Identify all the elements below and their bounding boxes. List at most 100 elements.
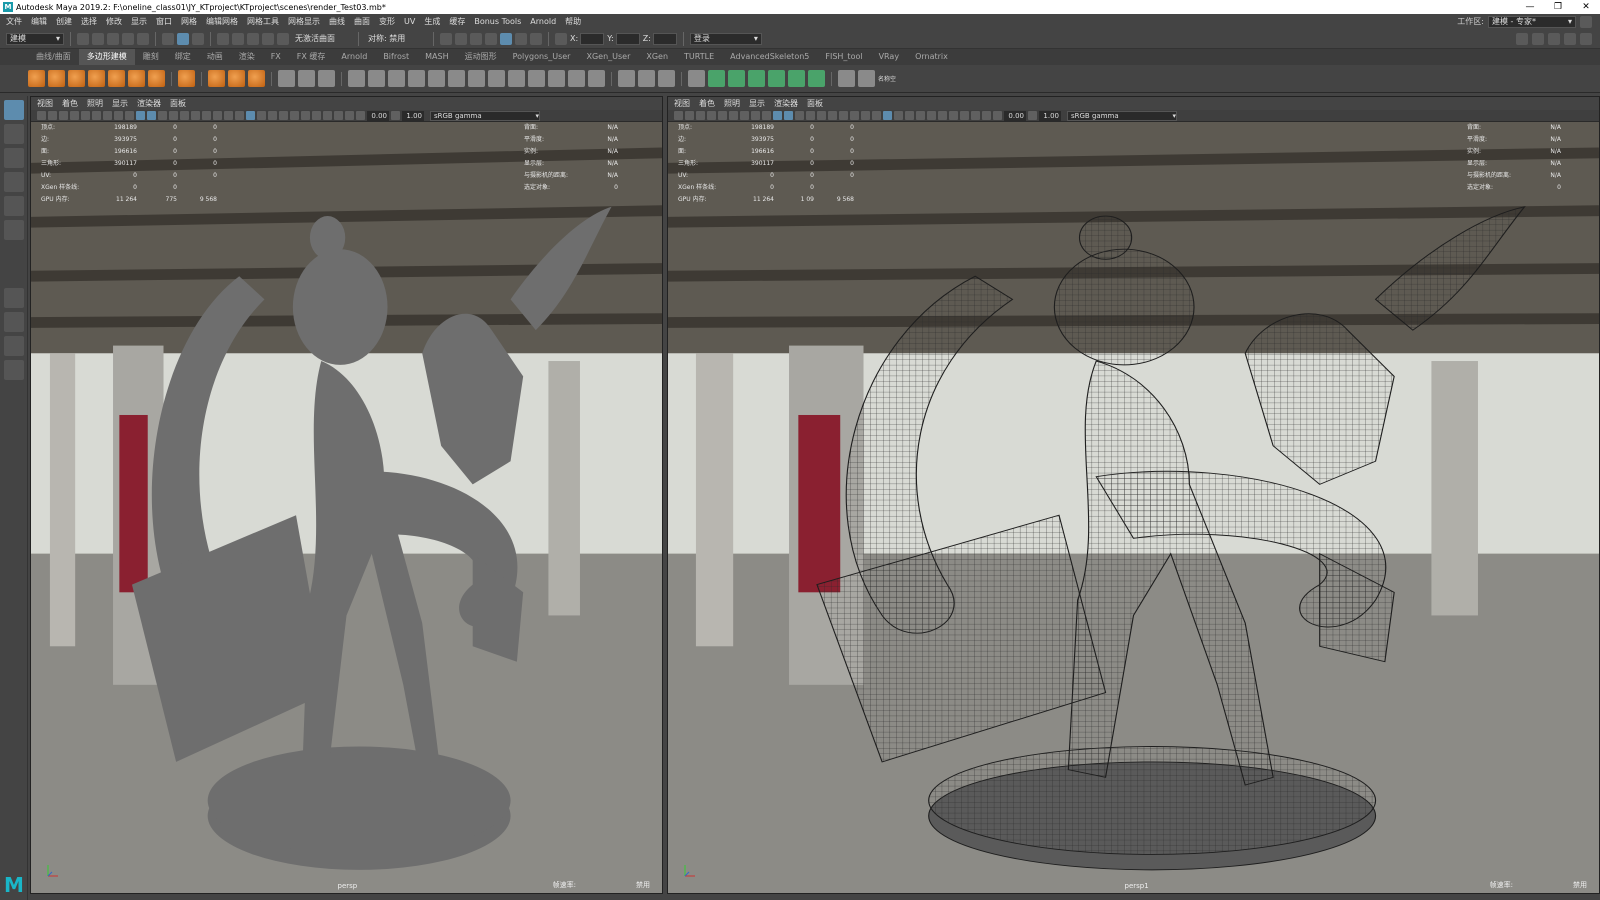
panel-tool-icon[interactable] bbox=[301, 111, 310, 120]
panel-tool-icon[interactable] bbox=[136, 111, 145, 120]
lasso-tool-icon[interactable] bbox=[4, 124, 24, 144]
snap-curve-icon[interactable] bbox=[232, 32, 244, 45]
svg-icon[interactable] bbox=[248, 70, 265, 87]
ipr-render-icon[interactable] bbox=[470, 32, 482, 45]
menu-item[interactable]: UV bbox=[404, 17, 415, 26]
smooth-icon[interactable] bbox=[428, 70, 445, 87]
panel-tool-icon[interactable] bbox=[169, 111, 178, 120]
x-field[interactable] bbox=[580, 32, 605, 45]
panel-tool-icon[interactable] bbox=[784, 111, 793, 120]
menu-item[interactable]: Arnold bbox=[530, 17, 556, 26]
cylinder-icon[interactable] bbox=[68, 70, 85, 87]
menu-item[interactable]: 网格 bbox=[181, 16, 197, 27]
color-space-dropdown[interactable]: sRGB gamma ▾ bbox=[430, 110, 540, 121]
extract-icon[interactable] bbox=[388, 70, 405, 87]
boolean-icon[interactable] bbox=[408, 70, 425, 87]
viewport-canvas[interactable]: 顶点: 198189 0 0 边: 393975 0 0 面: 196616 0 0 三角形: 39011… bbox=[668, 122, 1599, 893]
sphere-icon[interactable] bbox=[28, 70, 45, 87]
panel-tool-icon[interactable] bbox=[718, 111, 727, 120]
panel-tool-icon[interactable] bbox=[993, 111, 1002, 120]
insert-edge-icon[interactable] bbox=[638, 70, 655, 87]
crease-icon[interactable] bbox=[708, 70, 725, 87]
gamma-icon[interactable] bbox=[391, 111, 400, 120]
maximize-button[interactable]: ❐ bbox=[1544, 2, 1572, 12]
target-weld-icon[interactable] bbox=[588, 70, 605, 87]
live-surface-label[interactable]: 无激活曲面 bbox=[292, 32, 352, 45]
menu-item[interactable]: 变形 bbox=[379, 16, 395, 27]
shelf-tab[interactable]: Polygons_User bbox=[505, 49, 579, 65]
panel-tool-icon[interactable] bbox=[894, 111, 903, 120]
panel-tool-icon[interactable] bbox=[70, 111, 79, 120]
shelf-tab[interactable]: XGen_User bbox=[578, 49, 638, 65]
panel-tool-icon[interactable] bbox=[916, 111, 925, 120]
panel-tool-icon[interactable] bbox=[971, 111, 980, 120]
select-component-icon[interactable] bbox=[192, 32, 204, 45]
panel-tool-icon[interactable] bbox=[191, 111, 200, 120]
select-hierarchy-icon[interactable] bbox=[162, 32, 174, 45]
panel-menu-item[interactable]: 视图 bbox=[674, 98, 690, 109]
panel-menu-item[interactable]: 显示 bbox=[112, 98, 128, 109]
shelf-tab[interactable]: 渲染 bbox=[231, 49, 263, 65]
shelf-tab[interactable]: 雕刻 bbox=[135, 49, 167, 65]
panel-tool-icon[interactable] bbox=[751, 111, 760, 120]
sculpt-tools-icon[interactable] bbox=[838, 70, 855, 87]
shelf-tab[interactable]: Arnold bbox=[333, 49, 375, 65]
menu-item[interactable]: 网格工具 bbox=[247, 16, 279, 27]
flip-icon[interactable] bbox=[768, 70, 785, 87]
arnold-render-icon[interactable] bbox=[515, 32, 527, 45]
poly-count-icon[interactable] bbox=[298, 70, 315, 87]
panel-tool-icon[interactable] bbox=[345, 111, 354, 120]
panel-tool-icon[interactable] bbox=[48, 111, 57, 120]
workspace-dropdown[interactable]: 建模 - 专家* ▾ bbox=[1488, 15, 1576, 28]
attribute-editor-icon[interactable] bbox=[1548, 32, 1560, 45]
menu-item[interactable]: 生成 bbox=[424, 16, 440, 27]
multi-cut-icon[interactable] bbox=[618, 70, 635, 87]
panel-tool-icon[interactable] bbox=[982, 111, 991, 120]
panel-menu-item[interactable]: 着色 bbox=[699, 98, 715, 109]
two-view-icon[interactable] bbox=[4, 336, 24, 356]
panel-tool-icon[interactable] bbox=[356, 111, 365, 120]
hypershade-icon[interactable] bbox=[500, 32, 512, 45]
select-tool-icon[interactable] bbox=[4, 100, 24, 120]
outliner-layout-icon[interactable] bbox=[4, 360, 24, 380]
text-icon[interactable] bbox=[228, 70, 245, 87]
separate-icon[interactable] bbox=[368, 70, 385, 87]
bevel-icon[interactable] bbox=[548, 70, 565, 87]
shelf-tab[interactable]: AdvancedSkeleton5 bbox=[722, 49, 817, 65]
menu-item[interactable]: 显示 bbox=[131, 16, 147, 27]
panel-menu-item[interactable]: 面板 bbox=[807, 98, 823, 109]
snap-view-icon[interactable] bbox=[262, 32, 274, 45]
panel-tool-icon[interactable] bbox=[839, 111, 848, 120]
cube-icon[interactable] bbox=[48, 70, 65, 87]
panel-tool-icon[interactable] bbox=[37, 111, 46, 120]
panel-tool-icon[interactable] bbox=[224, 111, 233, 120]
shelf-tab[interactable]: 绑定 bbox=[167, 49, 199, 65]
rotate-tool-icon[interactable] bbox=[4, 196, 24, 216]
cone-icon[interactable] bbox=[88, 70, 105, 87]
undo-icon[interactable] bbox=[122, 32, 134, 45]
shelf-tab[interactable]: 动画 bbox=[199, 49, 231, 65]
snap-surface-icon[interactable] bbox=[277, 32, 289, 45]
menu-item[interactable]: 缓存 bbox=[449, 16, 465, 27]
bridge-icon[interactable] bbox=[508, 70, 525, 87]
superShape-icon[interactable] bbox=[208, 70, 225, 87]
panel-tool-icon[interactable] bbox=[938, 111, 947, 120]
panel-tool-icon[interactable] bbox=[257, 111, 266, 120]
exposure-field[interactable]: 0.00 bbox=[1004, 110, 1026, 121]
panel-tool-icon[interactable] bbox=[202, 111, 211, 120]
panel-tool-icon[interactable] bbox=[861, 111, 870, 120]
panel-tool-icon[interactable] bbox=[707, 111, 716, 120]
relax-icon[interactable] bbox=[748, 70, 765, 87]
platonic-icon[interactable] bbox=[178, 70, 195, 87]
move-tool-icon[interactable] bbox=[4, 172, 24, 192]
redo-icon[interactable] bbox=[137, 32, 149, 45]
character-controls-icon[interactable] bbox=[1532, 32, 1544, 45]
disc-icon[interactable] bbox=[148, 70, 165, 87]
panel-tool-icon[interactable] bbox=[59, 111, 68, 120]
menu-item[interactable]: 创建 bbox=[56, 16, 72, 27]
symmetry-dropdown[interactable]: 对称: 禁用 bbox=[365, 32, 427, 45]
panel-menu-item[interactable]: 面板 bbox=[170, 98, 186, 109]
menu-item[interactable]: 选择 bbox=[81, 16, 97, 27]
viewport-canvas[interactable]: 顶点: 198189 0 0 边: 393975 0 0 面: 196616 0 0 三角形: 39011… bbox=[31, 122, 662, 893]
menu-item[interactable]: 文件 bbox=[6, 16, 22, 27]
